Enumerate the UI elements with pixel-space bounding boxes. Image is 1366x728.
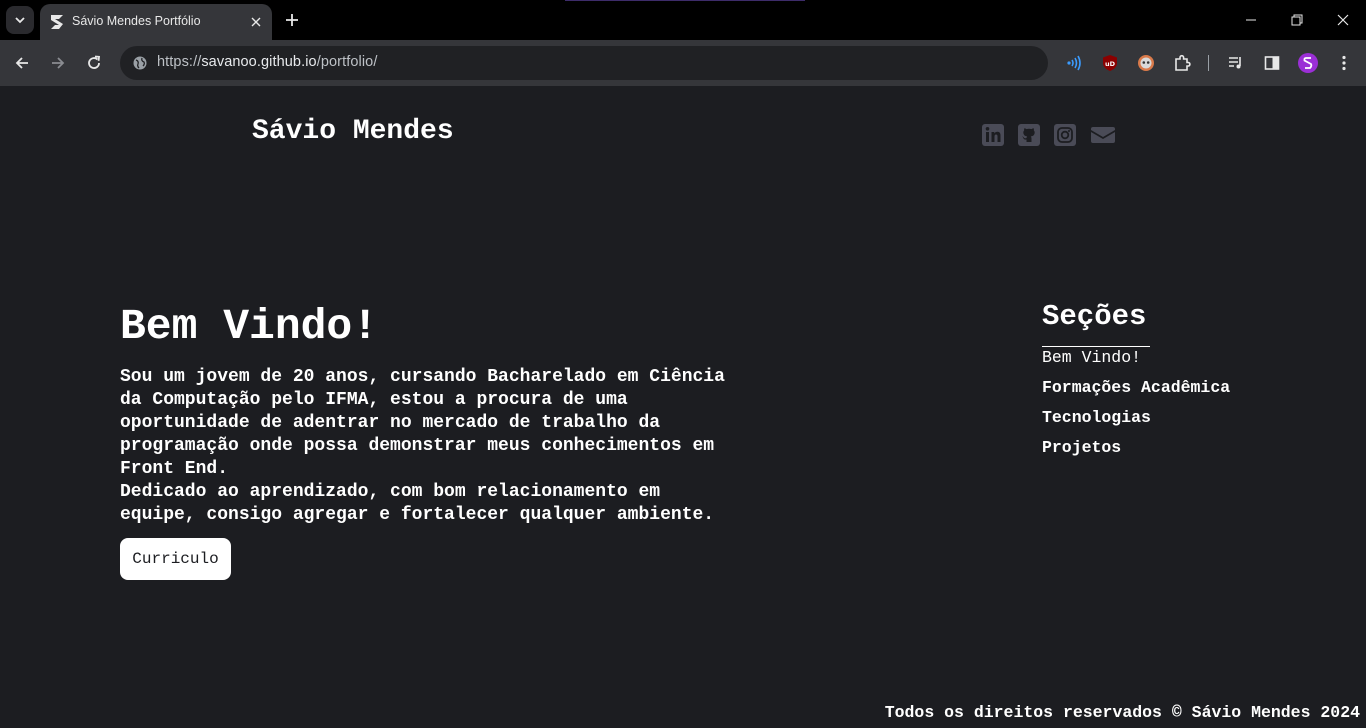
sections-title: Seções bbox=[1042, 300, 1147, 333]
kebab-menu-icon bbox=[1342, 55, 1346, 71]
tab-strip-accent bbox=[565, 0, 805, 1]
toolbar-separator bbox=[1208, 55, 1209, 71]
footer-copyright: Todos os direitos reservados © Sávio Men… bbox=[884, 703, 1360, 722]
page-content: Sávio Mendes Bem Vindo! Sou um jovem de … bbox=[0, 86, 1366, 728]
ublock-extension-button[interactable]: uD bbox=[1098, 51, 1122, 75]
portfolio-logo-icon bbox=[51, 15, 63, 29]
close-icon bbox=[251, 17, 261, 27]
avatar-extension-icon bbox=[1138, 55, 1154, 71]
tab-title: Sávio Mendes Portfólio bbox=[72, 14, 201, 28]
reload-button[interactable] bbox=[82, 51, 106, 75]
url-path: /portfolio/ bbox=[316, 54, 378, 70]
minimize-button[interactable] bbox=[1228, 0, 1274, 40]
globe-icon bbox=[133, 56, 147, 70]
media-controls-button[interactable] bbox=[1224, 51, 1248, 75]
restore-icon bbox=[1291, 14, 1303, 26]
instagram-icon bbox=[1054, 124, 1076, 146]
arrow-right-icon bbox=[52, 57, 65, 69]
ublock-icon: uD bbox=[1103, 55, 1117, 71]
linkedin-icon bbox=[982, 124, 1004, 146]
section-link-bem-vindo[interactable]: Bem Vindo! bbox=[1042, 348, 1141, 367]
new-tab-button[interactable] bbox=[280, 8, 304, 32]
intro-text: Sou um jovem de 20 anos, cursando Bachar… bbox=[120, 366, 810, 527]
sections-title-underline bbox=[1042, 346, 1150, 347]
puzzle-icon bbox=[1175, 54, 1191, 71]
profile-avatar-icon bbox=[1298, 53, 1318, 73]
section-link-formacoes[interactable]: Formações Acadêmica bbox=[1042, 378, 1230, 397]
email-icon bbox=[1091, 127, 1115, 143]
intro-paragraph: Sou um jovem de 20 anos, cursando Bachar… bbox=[120, 367, 725, 479]
curriculum-button[interactable]: Curriculo bbox=[120, 538, 231, 580]
intro-paragraph: Dedicado ao aprendizado, com bom relacio… bbox=[120, 482, 715, 525]
tab-bar: Sávio Mendes Portfólio bbox=[0, 0, 1366, 40]
github-link[interactable] bbox=[1017, 123, 1041, 147]
tab-search-button[interactable] bbox=[6, 6, 34, 34]
site-name[interactable]: Sávio Mendes bbox=[252, 116, 454, 147]
browser-toolbar: https://savanoo.github.io/portfolio/ uD bbox=[0, 40, 1366, 86]
back-button[interactable] bbox=[10, 51, 34, 75]
browser-menu-button[interactable] bbox=[1332, 51, 1356, 75]
extensions-button[interactable] bbox=[1170, 51, 1194, 75]
wifi-signal-icon bbox=[1067, 55, 1081, 71]
forward-button[interactable] bbox=[46, 51, 70, 75]
github-icon bbox=[1018, 124, 1040, 146]
section-link-projetos[interactable]: Projetos bbox=[1042, 438, 1121, 457]
section-link-tecnologias[interactable]: Tecnologias bbox=[1042, 408, 1151, 427]
profile-button[interactable] bbox=[1296, 51, 1320, 75]
restore-button[interactable] bbox=[1274, 0, 1320, 40]
plus-icon bbox=[286, 14, 298, 26]
chevron-down-icon bbox=[15, 17, 25, 24]
close-window-button[interactable] bbox=[1320, 0, 1366, 40]
side-panel-icon bbox=[1264, 56, 1280, 70]
email-link[interactable] bbox=[1090, 123, 1116, 147]
welcome-title: Bem Vindo! bbox=[120, 302, 379, 351]
url-scheme: https:// bbox=[157, 54, 202, 70]
tab-close-button[interactable] bbox=[246, 12, 266, 32]
side-panel-button[interactable] bbox=[1260, 51, 1284, 75]
minimize-icon bbox=[1246, 19, 1256, 21]
browser-tab[interactable]: Sávio Mendes Portfólio bbox=[40, 4, 272, 40]
linkedin-link[interactable] bbox=[981, 123, 1005, 147]
wifi-extension-button[interactable] bbox=[1062, 51, 1086, 75]
url-host: savanoo.github.io bbox=[201, 54, 317, 70]
url-text: https://savanoo.github.io/portfolio/ bbox=[157, 54, 377, 70]
svg-text:uD: uD bbox=[1105, 60, 1116, 68]
media-queue-icon bbox=[1229, 57, 1241, 69]
avatar-extension-button[interactable] bbox=[1134, 51, 1158, 75]
site-info-button[interactable] bbox=[128, 51, 152, 75]
reload-icon bbox=[88, 55, 100, 69]
address-bar[interactable]: https://savanoo.github.io/portfolio/ bbox=[120, 46, 1048, 80]
close-icon bbox=[1337, 14, 1349, 26]
instagram-link[interactable] bbox=[1053, 123, 1077, 147]
arrow-left-icon bbox=[15, 57, 28, 69]
